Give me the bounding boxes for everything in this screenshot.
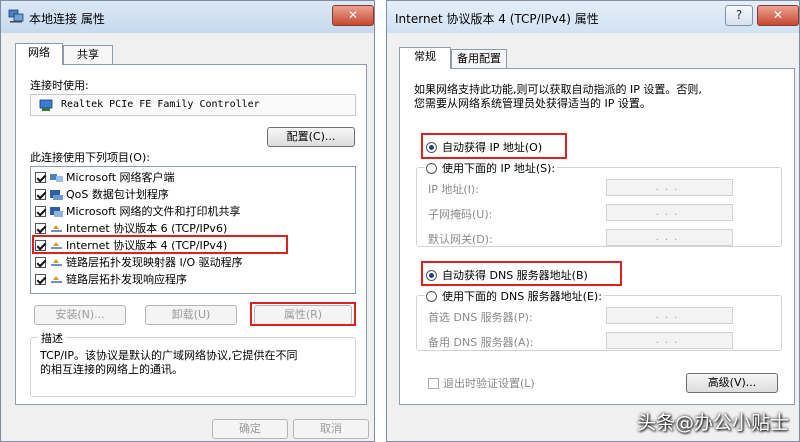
description-title: 描述 bbox=[38, 330, 66, 346]
close-icon: ✕ bbox=[772, 8, 784, 22]
local-connection-properties-dialog: 本地连接 属性 ✕ 网络 共享 连接时使用: Realtek PCIe FE F… bbox=[0, 0, 375, 442]
checkbox[interactable] bbox=[35, 188, 46, 200]
checkbox[interactable] bbox=[35, 256, 46, 268]
adapter-box: Realtek PCIe FE Family Controller bbox=[30, 94, 356, 116]
install-button[interactable]: 安装(N)... bbox=[34, 305, 126, 325]
ipv4-properties-dialog: Internet 协议版本 4 (TCP/IPv4) 属性 ? ✕ 常规 备用配… bbox=[386, 0, 800, 442]
close-icon: ✕ bbox=[347, 8, 359, 22]
adapter-name: Realtek PCIe FE Family Controller bbox=[61, 99, 260, 110]
advanced-button[interactable]: 高级(V)... bbox=[686, 373, 778, 393]
tab-sharing[interactable]: 共享 bbox=[63, 45, 113, 64]
ip-address-field[interactable]: ... bbox=[606, 179, 733, 196]
checkbox[interactable] bbox=[35, 171, 46, 183]
list-item-qos[interactable]: QoS 数据包计划程序 bbox=[35, 186, 169, 203]
protocol-icon bbox=[51, 275, 62, 283]
default-gateway-label: 默认网关(D): bbox=[428, 233, 493, 246]
network-client-icon bbox=[50, 173, 63, 182]
highlight-ipv4-item bbox=[32, 235, 288, 254]
list-item-file-printer-sharing[interactable]: Microsoft 网络的文件和打印机共享 bbox=[35, 203, 241, 220]
ok-button[interactable]: 确定 bbox=[212, 419, 288, 439]
close-button[interactable]: ✕ bbox=[757, 5, 799, 26]
list-item-lltd-mapper[interactable]: 链路层拓扑发现映射器 I/O 驱动程序 bbox=[35, 254, 243, 271]
checkbox[interactable] bbox=[35, 205, 46, 217]
checkbox[interactable] bbox=[35, 273, 46, 285]
preferred-dns-label: 首选 DNS 服务器(P): bbox=[428, 311, 533, 324]
ip-address-label: IP 地址(I): bbox=[428, 183, 479, 196]
highlight-auto-ip bbox=[421, 133, 567, 159]
items-label: 此连接使用下列项目(O): bbox=[30, 151, 150, 164]
checkbox[interactable] bbox=[35, 222, 46, 234]
validate-settings-checkbox[interactable]: 退出时验证设置(L) bbox=[428, 375, 535, 391]
file-sharing-icon bbox=[50, 206, 63, 217]
connection-items-list[interactable]: Microsoft 网络客户端 QoS 数据包计划程序 Microsoft 网络… bbox=[30, 166, 356, 294]
manual-dns-radio[interactable]: 使用下面的 DNS 服务器地址(E): bbox=[424, 288, 604, 304]
close-button[interactable]: ✕ bbox=[332, 5, 374, 26]
subnet-mask-label: 子网掩码(U): bbox=[428, 208, 493, 221]
description-line-2: 的相互连接的网络上的通讯。 bbox=[40, 363, 183, 376]
window-title: 本地连接 属性 bbox=[29, 12, 105, 26]
default-gateway-field[interactable]: ... bbox=[606, 229, 733, 246]
alternate-dns-label: 备用 DNS 服务器(A): bbox=[428, 336, 534, 349]
alternate-dns-field[interactable]: ... bbox=[606, 332, 733, 349]
intro-line-2: 您需要从网络系统管理员处获得适当的 IP 设置。 bbox=[414, 97, 651, 110]
uninstall-button[interactable]: 卸载(U) bbox=[145, 305, 237, 325]
radio-unselected[interactable] bbox=[426, 290, 437, 302]
window-title: Internet 协议版本 4 (TCP/IPv4) 属性 bbox=[395, 12, 599, 26]
watermark: 头条@办公小贴士 bbox=[636, 412, 789, 434]
highlight-auto-dns bbox=[421, 261, 622, 286]
qos-icon bbox=[50, 189, 63, 200]
tab-general[interactable]: 常规 bbox=[399, 47, 451, 69]
manual-ip-radio[interactable]: 使用下面的 IP 地址(S): bbox=[424, 160, 558, 176]
radio-unselected[interactable] bbox=[426, 162, 437, 174]
help-icon: ? bbox=[735, 8, 743, 22]
subnet-mask-field[interactable]: ... bbox=[606, 204, 733, 221]
title-bar[interactable]: 本地连接 属性 ✕ bbox=[1, 1, 374, 33]
list-item-lltd-responder[interactable]: 链路层拓扑发现响应程序 bbox=[35, 271, 187, 288]
network-adapter-icon bbox=[39, 99, 53, 111]
connect-using-label: 连接时使用: bbox=[30, 79, 89, 92]
help-button[interactable]: ? bbox=[725, 5, 753, 26]
highlight-properties-button bbox=[250, 302, 356, 326]
general-tab-panel: 如果网络支持此功能,则可以获取自动指派的 IP 设置。否则, 您需要从网络系统管… bbox=[399, 68, 795, 405]
cancel-button[interactable]: 取消 bbox=[293, 419, 369, 439]
checkbox[interactable] bbox=[428, 377, 439, 389]
network-tab-panel: 连接时使用: Realtek PCIe FE Family Controller… bbox=[15, 64, 367, 405]
protocol-icon bbox=[51, 224, 62, 232]
preferred-dns-field[interactable]: ... bbox=[606, 307, 733, 324]
tab-network[interactable]: 网络 bbox=[15, 43, 63, 65]
tab-alternate-config[interactable]: 备用配置 bbox=[451, 49, 507, 68]
network-connection-icon bbox=[8, 9, 24, 23]
list-item-ms-client[interactable]: Microsoft 网络客户端 bbox=[35, 169, 175, 186]
configure-button[interactable]: 配置(C)... bbox=[267, 127, 355, 147]
title-bar[interactable]: Internet 协议版本 4 (TCP/IPv4) 属性 ? ✕ bbox=[387, 1, 799, 33]
protocol-icon bbox=[51, 258, 62, 266]
